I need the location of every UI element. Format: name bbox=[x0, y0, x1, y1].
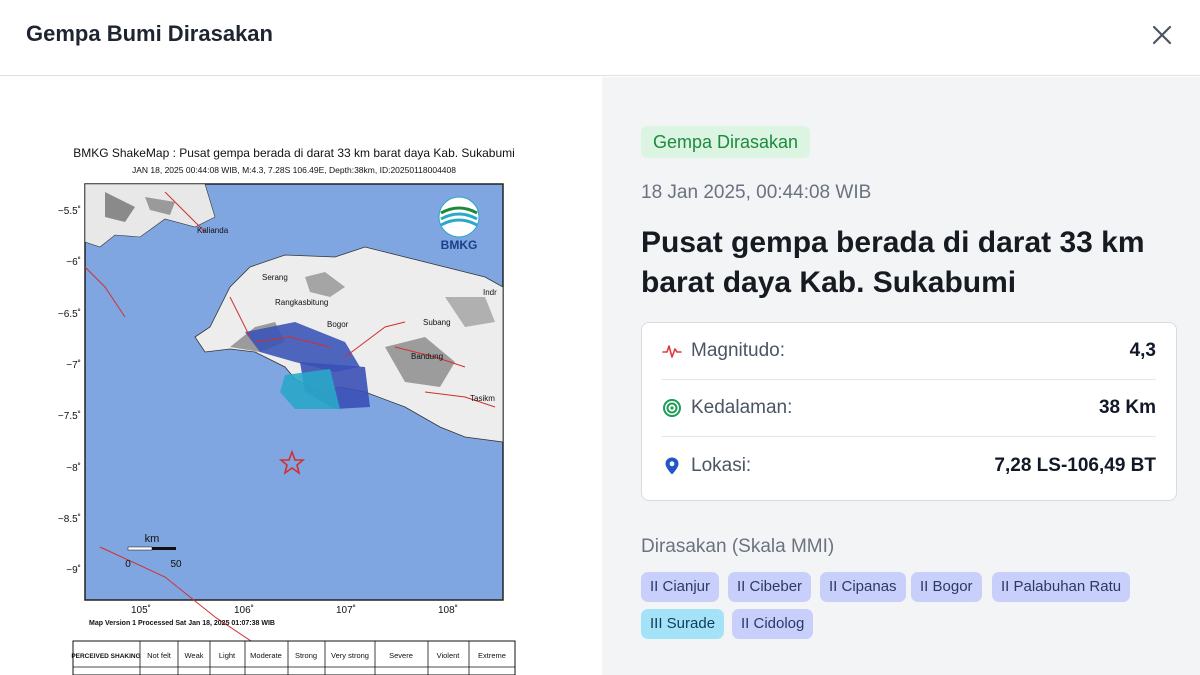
shakemap-subtitle: JAN 18, 2025 00:44:08 WIB, M:4.3, 7.28S … bbox=[132, 165, 456, 175]
target-icon bbox=[662, 398, 682, 418]
mmi-tag: III Surade bbox=[641, 609, 725, 639]
legend-header-cell: Severe bbox=[389, 651, 413, 660]
location-value: 7,28 LS-106,49 BT bbox=[994, 454, 1156, 476]
city-label: Tasikm bbox=[470, 394, 495, 403]
close-button[interactable] bbox=[1148, 21, 1176, 49]
shakemap-title: BMKG ShakeMap : Pusat gempa berada di da… bbox=[73, 147, 515, 160]
lat-tick: −7.5˚ bbox=[58, 410, 81, 422]
legend-header-cell: Extreme bbox=[478, 651, 506, 660]
earthquake-modal: Gempa Bumi Dirasakan BMKG ShakeMap : Pus… bbox=[0, 0, 1200, 675]
shakemap-footer: Map Version 1 Processed Sat Jan 18, 2025… bbox=[89, 620, 275, 627]
city-label: Kalianda bbox=[197, 226, 229, 235]
legend-header-cell: Not felt bbox=[147, 651, 172, 660]
legend-header-cell: Strong bbox=[295, 651, 317, 660]
shakemap-image[interactable]: BMKG ShakeMap : Pusat gempa berada di da… bbox=[45, 147, 525, 675]
legend-header-cell: Violent bbox=[437, 651, 461, 660]
magnitude-value: 4,3 bbox=[1129, 340, 1156, 361]
lat-tick: −5.5˚ bbox=[58, 205, 81, 217]
modal-title: Gempa Bumi Dirasakan bbox=[26, 21, 273, 46]
mmi-tag: II Bogor bbox=[911, 572, 982, 602]
lat-tick: −6˚ bbox=[66, 256, 81, 268]
mmi-section-title: Dirasakan (Skala MMI) bbox=[641, 536, 835, 557]
details-card: Magnitudo: 4,3 Kedalaman: 38 Km Lokasi: … bbox=[641, 322, 1177, 501]
mmi-tag: II Cipanas bbox=[820, 572, 906, 602]
mmi-tag: II Palabuhan Ratu bbox=[992, 572, 1131, 602]
city-label: Serang bbox=[262, 273, 288, 282]
city-label: Indr bbox=[483, 288, 497, 297]
city-label: Rangkasbitung bbox=[275, 298, 328, 307]
city-label: Bogor bbox=[327, 320, 349, 329]
legend-header-cell: PERCEIVED SHAKING bbox=[71, 653, 140, 660]
mmi-tag: II Cidolog bbox=[732, 609, 814, 639]
close-icon bbox=[1152, 25, 1172, 45]
depth-value: 38 Km bbox=[1098, 397, 1156, 418]
lat-tick: −9˚ bbox=[66, 564, 81, 576]
legend-header-cell: Light bbox=[219, 651, 236, 660]
mmi-tag: II Cianjur bbox=[641, 572, 720, 602]
pulse-icon bbox=[662, 341, 682, 361]
lat-tick: −6.5˚ bbox=[58, 308, 81, 320]
city-label: Bandung bbox=[411, 352, 443, 361]
depth-row: Kedalaman: 38 Km bbox=[662, 380, 1156, 437]
legend-table: PERCEIVED SHAKING Not felt Weak Light Mo… bbox=[71, 640, 516, 675]
city-label: Subang bbox=[423, 318, 451, 327]
lat-tick: −8˚ bbox=[66, 462, 81, 474]
status-badge: Gempa Dirasakan bbox=[641, 126, 811, 158]
bmkg-logo-text: BMKG bbox=[441, 238, 478, 252]
scale-start: 0 bbox=[125, 559, 131, 570]
magnitude-row: Magnitudo: 4,3 bbox=[662, 323, 1156, 380]
lon-tick: 108˚ bbox=[438, 604, 458, 616]
lat-tick: −8.5˚ bbox=[58, 513, 81, 525]
legend-header-cell: Weak bbox=[184, 651, 203, 660]
event-datetime: 18 Jan 2025, 00:44:08 WIB bbox=[641, 182, 872, 203]
lon-tick: 105˚ bbox=[131, 604, 151, 616]
scale-end: 50 bbox=[170, 559, 182, 570]
lon-tick: 107˚ bbox=[336, 604, 356, 616]
map-pin-icon bbox=[662, 456, 682, 476]
event-headline: Pusat gempa berada di darat 33 km barat … bbox=[641, 226, 1145, 299]
depth-label: Kedalaman: bbox=[691, 397, 793, 418]
scale-unit: km bbox=[145, 533, 160, 545]
lon-tick: 106˚ bbox=[234, 604, 254, 616]
location-row: Lokasi: 7,28 LS-106,49 BT bbox=[662, 437, 1156, 494]
legend-header-cell: Very strong bbox=[331, 651, 369, 660]
location-label: Lokasi: bbox=[691, 454, 752, 476]
mmi-tag: II Cibeber bbox=[728, 572, 812, 602]
details-panel: Gempa Dirasakan 18 Jan 2025, 00:44:08 WI… bbox=[602, 77, 1200, 675]
bmkg-logo: BMKG bbox=[438, 196, 480, 252]
modal-header: Gempa Bumi Dirasakan bbox=[0, 0, 1200, 76]
shakemap-panel: BMKG ShakeMap : Pusat gempa berada di da… bbox=[0, 77, 602, 675]
magnitude-label: Magnitudo: bbox=[691, 340, 786, 361]
legend-header-cell: Moderate bbox=[250, 651, 282, 660]
lat-tick: −7˚ bbox=[66, 359, 81, 371]
